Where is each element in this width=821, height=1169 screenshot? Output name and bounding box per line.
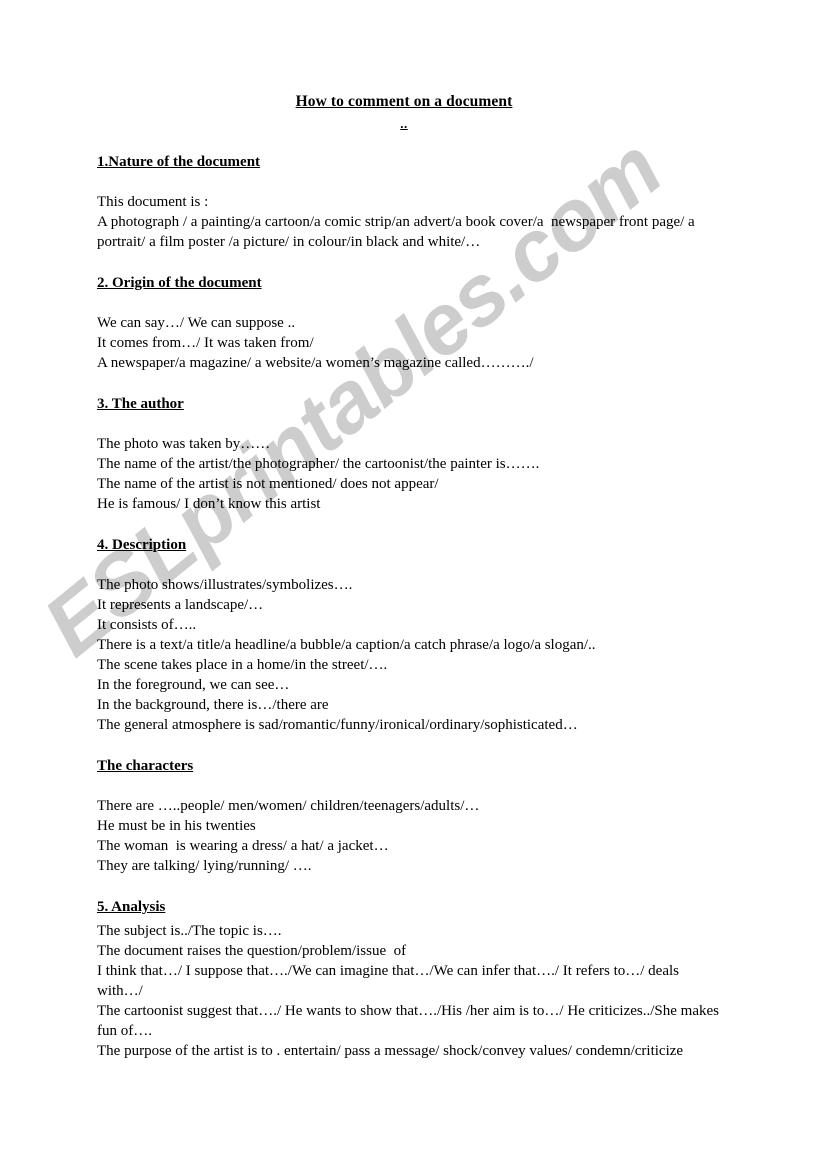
section-heading: 2. Origin of the document <box>97 275 262 291</box>
body-line: We can say…/ We can suppose .. <box>97 315 296 331</box>
body-line: The name of the artist is not mentioned/… <box>97 476 439 492</box>
body-line: The general atmosphere is sad/romantic/f… <box>97 717 578 733</box>
section-origin-of-the-document: 2. Origin of the document We can say…/ W… <box>97 274 721 373</box>
title-sub-mark: .. <box>400 116 408 131</box>
body-line: It consists of….. <box>97 617 197 633</box>
body-line: The name of the artist/the photographer/… <box>97 456 540 472</box>
section-analysis: 5. Analysis The subject is../The topic i… <box>97 898 721 1061</box>
heading-row: The characters <box>97 757 721 776</box>
heading-row: 2. Origin of the document <box>97 274 721 293</box>
section-heading: The characters <box>97 758 194 774</box>
body-line: This document is : <box>97 194 209 210</box>
body-line: The photo was taken by…… <box>97 436 271 452</box>
body-line: There are …..people/ men/women/ children… <box>97 798 480 814</box>
body-line: A photograph / a painting/a cartoon/a co… <box>97 214 699 250</box>
heading-row: 1.Nature of the document <box>97 153 721 172</box>
body-line: The photo shows/illustrates/symbolizes…. <box>97 577 353 593</box>
section-heading: 3. The author <box>97 396 184 412</box>
section-nature-of-the-document: 1.Nature of the document This document i… <box>97 153 721 252</box>
body-line: I think that…/ I suppose that…./We can i… <box>97 963 683 999</box>
body-line: A newspaper/a magazine/ a website/a wome… <box>97 355 534 371</box>
body-line: In the background, there is…/there are <box>97 697 329 713</box>
heading-row: 3. The author <box>97 395 721 414</box>
document-content: How to comment on a document .. 1.Nature… <box>97 92 721 1061</box>
body-line: He is famous/ I don’t know this artist <box>97 496 321 512</box>
section-the-characters: The characters There are …..people/ men/… <box>97 757 721 876</box>
section-heading: 1.Nature of the document <box>97 154 261 170</box>
body-line: It comes from…/ It was taken from/ <box>97 335 314 351</box>
body-line: The purpose of the artist is to . entert… <box>97 1043 684 1059</box>
section-description: 4. Description The photo shows/illustrat… <box>97 536 721 735</box>
body-line: The document raises the question/problem… <box>97 943 407 959</box>
body-line: The subject is../The topic is…. <box>97 923 282 939</box>
page-title: How to comment on a document <box>295 93 513 110</box>
body-line: He must be in his twenties <box>97 818 256 834</box>
worksheet-page: ESLprintables.com How to comment on a do… <box>0 0 821 1169</box>
body-line: There is a text/a title/a headline/a bub… <box>97 637 596 653</box>
heading-row: 5. Analysis <box>97 898 721 917</box>
section-the-author: 3. The author The photo was taken by…… T… <box>97 395 721 514</box>
body-line: The scene takes place in a home/in the s… <box>97 657 388 673</box>
body-line: They are talking/ lying/running/ …. <box>97 858 312 874</box>
body-line: It represents a landscape/… <box>97 597 264 613</box>
section-heading: 5. Analysis <box>97 899 166 915</box>
body-line: In the foreground, we can see… <box>97 677 290 693</box>
heading-row: 4. Description <box>97 536 721 555</box>
body-line: The cartoonist suggest that…./ He wants … <box>97 1003 723 1039</box>
body-line: The woman is wearing a dress/ a hat/ a j… <box>97 838 389 854</box>
section-heading: 4. Description <box>97 537 187 553</box>
